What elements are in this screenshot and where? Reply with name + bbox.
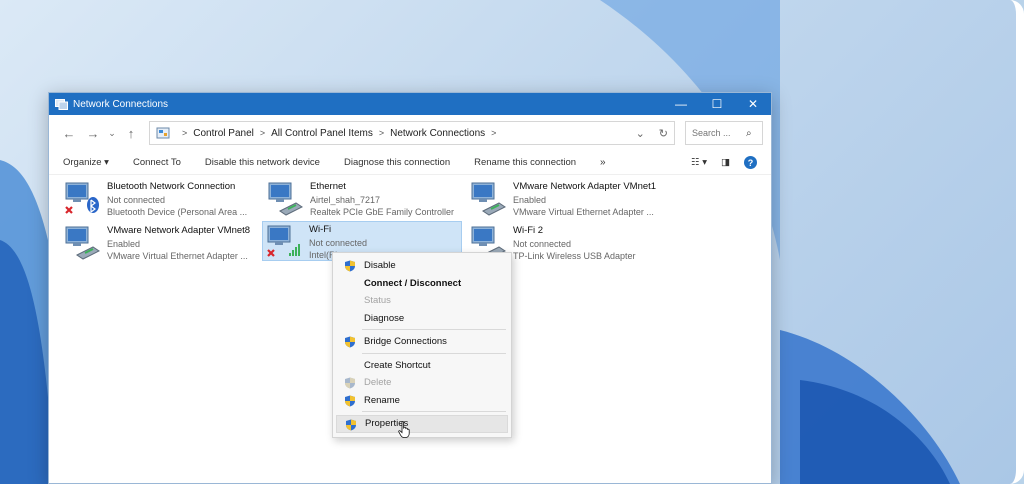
search-icon[interactable]: ⌕ bbox=[746, 128, 752, 139]
menu-delete: Delete bbox=[336, 374, 508, 392]
menu-label: Disable bbox=[364, 260, 396, 272]
back-arrow-icon[interactable]: ← bbox=[57, 126, 81, 141]
recent-locations-chevron-icon[interactable]: ⌄ bbox=[105, 128, 119, 139]
network-connections-icon bbox=[55, 98, 68, 110]
ethernet-adapter-icon bbox=[266, 181, 304, 217]
menu-label: Delete bbox=[364, 377, 392, 389]
address-dropdown-icon[interactable]: ⌄ bbox=[636, 127, 645, 140]
adapter-name: VMware Network Adapter VMnet1 bbox=[513, 181, 657, 192]
menu-rename[interactable]: Rename bbox=[336, 392, 508, 410]
menu-connect-disconnect[interactable]: Connect / Disconnect bbox=[336, 275, 508, 293]
menu-bridge-connections[interactable]: Bridge Connections bbox=[336, 333, 508, 351]
minimize-button[interactable]: — bbox=[663, 93, 699, 115]
adapter-name: VMware Network Adapter VMnet8 bbox=[107, 225, 251, 236]
adapter-device: Realtek PCIe GbE Family Controller bbox=[310, 207, 455, 217]
adapter-name: Wi-Fi bbox=[309, 224, 332, 235]
menu-label: Rename bbox=[364, 394, 400, 406]
bluetooth-adapter-icon bbox=[63, 181, 101, 217]
breadcrumb-separator: > bbox=[259, 128, 266, 138]
menu-diagnose[interactable]: Diagnose bbox=[336, 310, 508, 328]
menu-separator bbox=[362, 329, 506, 330]
vmware-adapter-icon bbox=[469, 181, 507, 217]
adapter-vmnet1[interactable]: VMware Network Adapter VMnet1 Enabled VM… bbox=[467, 179, 663, 219]
adapter-status: Not connected bbox=[513, 238, 572, 249]
breadcrumb-all-control-panel-items[interactable]: All Control Panel Items bbox=[271, 128, 373, 139]
uac-shield-icon bbox=[345, 260, 355, 272]
command-bar: Organize ▾ Connect To Disable this netwo… bbox=[49, 151, 771, 175]
menu-create-shortcut[interactable]: Create Shortcut bbox=[336, 357, 508, 375]
menu-disable[interactable]: Disable bbox=[336, 257, 508, 275]
adapter-status: Not connected bbox=[107, 194, 166, 205]
adapter-device: VMware Virtual Ethernet Adapter ... bbox=[107, 251, 248, 261]
control-panel-icon bbox=[156, 127, 170, 139]
adapter-bluetooth[interactable]: Bluetooth Network Connection Not connect… bbox=[61, 179, 257, 219]
search-box[interactable]: ⌕ bbox=[685, 121, 763, 145]
breadcrumb-separator: > bbox=[182, 128, 188, 138]
menu-label: Status bbox=[364, 295, 391, 307]
menu-label: Create Shortcut bbox=[364, 359, 431, 371]
adapter-device: TP-Link Wireless USB Adapter bbox=[513, 251, 636, 261]
adapter-status: Not connected bbox=[309, 237, 368, 248]
close-button[interactable]: ✕ bbox=[735, 93, 771, 115]
wifi-adapter-icon bbox=[265, 224, 303, 260]
adapter-ethernet[interactable]: Ethernet Airtel_shah_7217 Realtek PCIe G… bbox=[264, 179, 460, 219]
diagnose-connection-button[interactable]: Diagnose this connection bbox=[344, 157, 450, 168]
hand-cursor-icon bbox=[398, 421, 410, 438]
menu-label: Connect / Disconnect bbox=[364, 277, 462, 289]
breadcrumb-separator: > bbox=[491, 128, 497, 138]
uac-shield-icon bbox=[345, 395, 355, 406]
disable-device-button[interactable]: Disable this network device bbox=[205, 157, 320, 168]
preview-pane-icon[interactable]: ◨ bbox=[721, 157, 730, 168]
up-arrow-icon[interactable]: ↑ bbox=[119, 126, 143, 141]
more-commands-icon[interactable]: » bbox=[600, 157, 606, 168]
menu-separator bbox=[362, 352, 506, 354]
menu-label: Bridge Connections bbox=[364, 336, 447, 348]
breadcrumb-control-panel[interactable]: Control Panel bbox=[193, 128, 254, 139]
address-bar-row: ← → ⌄ ↑ > Control Panel > All Control Pa… bbox=[49, 115, 771, 151]
adapter-name: Wi-Fi 2 bbox=[513, 225, 544, 236]
forward-arrow-icon[interactable]: → bbox=[81, 126, 105, 141]
rename-connection-button[interactable]: Rename this connection bbox=[474, 157, 576, 168]
help-icon[interactable]: ? bbox=[744, 156, 757, 169]
adapter-name: Bluetooth Network Connection bbox=[107, 181, 236, 192]
adapter-status: Airtel_shah_7217 bbox=[310, 194, 381, 205]
connect-to-button[interactable]: Connect To bbox=[133, 157, 181, 168]
maximize-button[interactable]: ☐ bbox=[699, 93, 735, 115]
menu-separator bbox=[362, 411, 506, 412]
title-bar[interactable]: Network Connections — ☐ ✕ bbox=[49, 93, 771, 115]
adapter-name: Ethernet bbox=[310, 181, 346, 192]
adapter-device: Bluetooth Device (Personal Area ... bbox=[107, 207, 248, 217]
vmware-adapter-icon bbox=[63, 225, 101, 261]
adapter-device: VMware Virtual Ethernet Adapter ... bbox=[513, 207, 654, 217]
menu-status: Status bbox=[336, 292, 508, 310]
search-input[interactable] bbox=[692, 128, 746, 138]
adapter-vmnet8[interactable]: VMware Network Adapter VMnet8 Enabled VM… bbox=[61, 223, 257, 263]
change-view-icon[interactable]: ☷ ▾ bbox=[691, 157, 707, 168]
breadcrumb-network-connections[interactable]: Network Connections bbox=[390, 128, 485, 139]
refresh-icon[interactable]: ↻ bbox=[659, 127, 668, 140]
adapter-status: Enabled bbox=[107, 238, 141, 249]
organize-button[interactable]: Organize ▾ bbox=[63, 157, 109, 168]
uac-shield-icon bbox=[345, 377, 355, 389]
uac-shield-icon bbox=[345, 336, 355, 348]
adapter-context-menu: Disable Connect / Disconnect Status Diag… bbox=[332, 252, 512, 438]
breadcrumb-separator: > bbox=[378, 128, 385, 138]
uac-shield-icon bbox=[346, 419, 356, 431]
adapter-status: Enabled bbox=[513, 194, 547, 205]
window-title: Network Connections bbox=[73, 98, 169, 110]
address-bar[interactable]: > Control Panel > All Control Panel Item… bbox=[149, 121, 675, 145]
menu-label: Diagnose bbox=[364, 312, 405, 324]
menu-properties[interactable]: Properties bbox=[336, 415, 508, 433]
